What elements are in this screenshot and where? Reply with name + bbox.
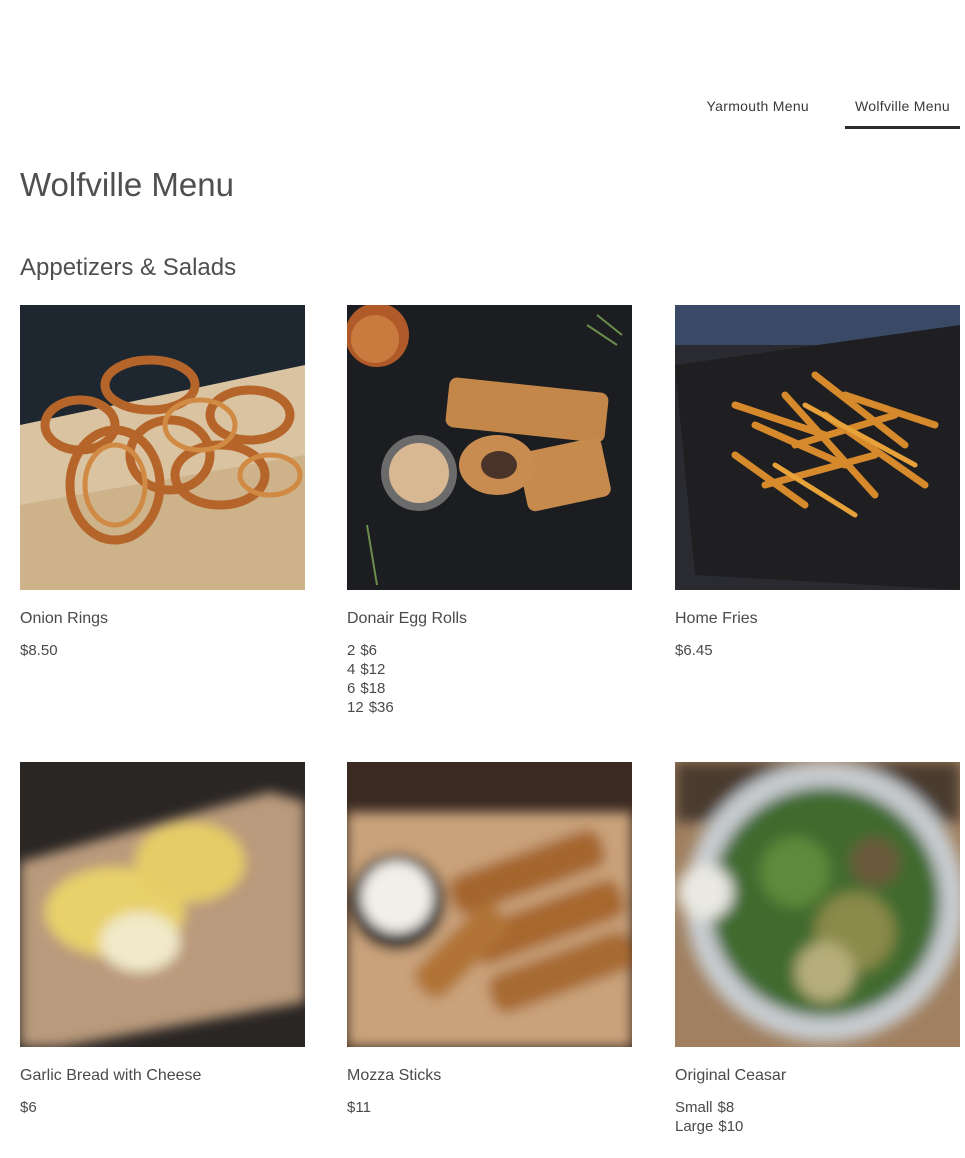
- price-line: Small $8: [675, 1098, 743, 1117]
- price-value: $6: [360, 642, 378, 659]
- price-value: $8.50: [20, 642, 58, 659]
- price-value: $6.45: [675, 642, 713, 659]
- donair-egg-rolls-photo[interactable]: [347, 305, 632, 590]
- onion-rings-photo[interactable]: [20, 305, 305, 590]
- menu-item-donair-egg-rolls[interactable]: Donair Egg Rolls 2 $6 4 $12 6 $18 12 $36: [347, 305, 632, 716]
- menu-item-onion-rings[interactable]: Onion Rings $8.50: [20, 305, 305, 659]
- menu-item-home-fries[interactable]: Home Fries $6.45: [675, 305, 960, 659]
- tab-wolfville-menu[interactable]: Wolfville Menu: [845, 88, 960, 129]
- price-value: $12: [360, 661, 386, 678]
- price-value: $8: [717, 1099, 735, 1116]
- price-line: 4 $12: [347, 660, 394, 679]
- price-value: $10: [718, 1118, 744, 1135]
- item-name: Original Ceasar: [675, 1067, 787, 1084]
- price-line: 2 $6: [347, 641, 394, 660]
- section-title: Appetizers & Salads: [20, 254, 237, 281]
- item-prices: $8.50: [20, 641, 58, 660]
- price-line: $11: [347, 1098, 371, 1117]
- tab-yarmouth-menu[interactable]: Yarmouth Menu: [697, 88, 819, 129]
- item-prices: Small $8 Large $10: [675, 1098, 743, 1136]
- price-line: $6: [20, 1098, 37, 1117]
- item-prices: 2 $6 4 $12 6 $18 12 $36: [347, 641, 394, 717]
- item-name: Donair Egg Rolls: [347, 610, 468, 627]
- price-line: 6 $18: [347, 679, 394, 698]
- item-name: Mozza Sticks: [347, 1067, 442, 1084]
- item-name: Garlic Bread with Cheese: [20, 1067, 202, 1084]
- price-label: 12: [347, 699, 364, 716]
- price-value: $18: [360, 680, 386, 697]
- item-name: Onion Rings: [20, 610, 109, 627]
- item-prices: $6: [20, 1098, 37, 1117]
- garlic-bread-photo[interactable]: [20, 762, 305, 1047]
- home-fries-photo[interactable]: [675, 305, 960, 590]
- page-title: Wolfville Menu: [20, 166, 234, 203]
- menu-tabs: Yarmouth Menu Wolfville Menu: [697, 88, 960, 129]
- price-line: $6.45: [675, 641, 713, 660]
- price-label: Large: [675, 1118, 714, 1135]
- price-value: $11: [347, 1099, 371, 1116]
- price-value: $6: [20, 1099, 37, 1116]
- price-label: 2: [347, 642, 356, 659]
- price-value: $36: [368, 699, 394, 716]
- menu-item-original-ceasar[interactable]: Original Ceasar Small $8 Large $10: [675, 762, 960, 1135]
- item-prices: $6.45: [675, 641, 713, 660]
- price-label: 6: [347, 680, 356, 697]
- original-ceasar-photo[interactable]: [675, 762, 960, 1047]
- menu-item-mozza-sticks[interactable]: Mozza Sticks $11: [347, 762, 632, 1116]
- price-line: Large $10: [675, 1117, 743, 1136]
- menu-item-garlic-bread[interactable]: Garlic Bread with Cheese $6: [20, 762, 305, 1116]
- price-line: $8.50: [20, 641, 58, 660]
- item-prices: $11: [347, 1098, 371, 1117]
- price-line: 12 $36: [347, 698, 394, 717]
- price-label: 4: [347, 661, 356, 678]
- item-name: Home Fries: [675, 610, 758, 627]
- price-label: Small: [675, 1099, 713, 1116]
- mozza-sticks-photo[interactable]: [347, 762, 632, 1047]
